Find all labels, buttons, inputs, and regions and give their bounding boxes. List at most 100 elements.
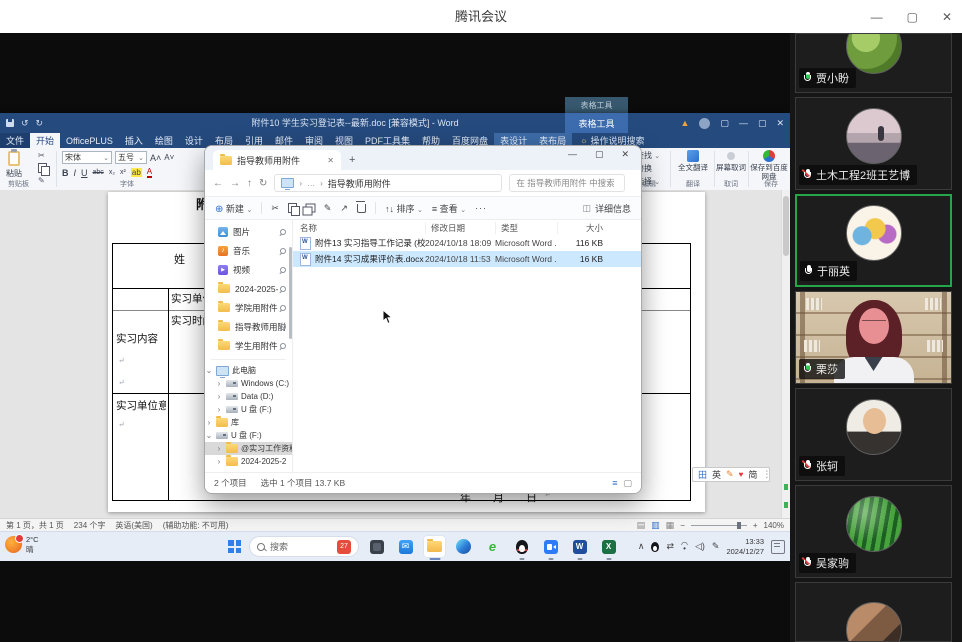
strikethrough-button[interactable]: abc [93,169,104,176]
wifi-icon[interactable]: ◠ • [681,540,688,552]
tab-file[interactable]: 文件 [0,133,31,148]
word-vertical-scrollbar[interactable] [781,190,790,518]
paste-button[interactable]: 粘贴 [6,149,22,179]
participant-tile[interactable]: 吴家驹 [795,485,952,578]
redo-icon[interactable]: ↻ [36,118,44,129]
web-layout-icon[interactable]: ▦ [666,520,675,531]
hidden-icons-chevron[interactable]: ∧ [638,541,645,552]
underline-button[interactable]: U [81,168,88,178]
column-size[interactable]: 大小 [557,221,609,234]
word-minimize-icon[interactable]: — [739,118,748,128]
tree-item-usb-expanded[interactable]: ⌄ U 盘 (F:) [205,429,292,442]
new-tab-button[interactable]: + [349,150,355,170]
tab-home[interactable]: 开始 [30,133,61,148]
tree-item-term-folder[interactable]: › 2024-2025-2 [205,455,292,468]
taskbar-app-excel[interactable] [597,535,620,558]
column-date[interactable]: 修改日期 [425,221,495,234]
save-icon[interactable] [6,119,14,127]
column-name[interactable]: 名称 [293,222,425,234]
rename-icon[interactable]: ✎ [324,203,332,214]
tree-item-work-folder[interactable]: › @实习工作资料 [205,442,292,455]
notification-center-icon[interactable] [771,539,785,554]
thumbnail-view-toggle[interactable]: ▢ [623,478,632,489]
font-size-combo[interactable]: 五号 ⌄ [115,151,147,164]
taskbar-app-dark[interactable] [365,535,388,558]
details-pane-toggle[interactable]: ◫ 详细信息 [582,202,631,215]
participant-tile[interactable]: 张轲 [795,388,952,481]
volume-icon[interactable]: ◁) [695,541,705,552]
sidebar-item-folder[interactable]: 学院用附件 [205,298,292,317]
full-translate-button[interactable]: 全文翻译 [674,150,712,172]
start-button[interactable] [226,538,243,555]
file-row-selected[interactable]: 附件14 实习成果评价表.docx 2024/10/18 11:53 Micro… [293,251,641,267]
sidebar-item-pictures[interactable]: 图片 [205,222,292,241]
copy-icon[interactable] [38,163,50,176]
participant-tile-video[interactable]: 栗莎 [795,291,952,384]
ime-favorite-icon[interactable]: ♥ [739,470,744,479]
format-painter-icon[interactable]: ✎ [38,176,47,185]
participant-tile[interactable]: 土木工程2班王艺博 [795,97,952,190]
cut-icon[interactable]: ✂ [271,203,279,214]
cut-icon[interactable]: ✂ [38,151,47,160]
account-avatar[interactable] [699,117,711,129]
participant-tile-partial[interactable] [795,582,952,642]
bold-button[interactable]: B [62,168,69,178]
superscript-button[interactable]: x² [120,169,126,176]
ime-handwriting-icon[interactable]: ✎ [726,469,734,480]
tab-close-icon[interactable]: ✕ [327,156,334,165]
tree-item-usb-f[interactable]: › U 盘 (F:) [205,403,292,416]
more-options-icon[interactable]: ··· [475,203,487,213]
sort-button[interactable]: ↑↓ 排序 ⌄ [385,202,423,215]
subscript-button[interactable]: x₂ [109,169,115,176]
pen-input-icon[interactable]: ✎ [712,541,720,552]
tree-item-this-pc[interactable]: ⌄ 此电脑 [205,364,292,378]
highlight-button[interactable]: ab [130,168,142,177]
ime-menu-icon[interactable]: ⋮ [762,469,771,480]
word-close-icon[interactable]: ✕ [776,118,784,129]
copy-icon[interactable] [287,203,300,216]
tab-insert[interactable]: 插入 [119,133,149,148]
explorer-tab[interactable]: 指导教师用附件 ✕ [213,150,341,170]
capture-word-button[interactable]: 屏幕取词 [716,150,746,172]
word-restore-icon[interactable]: ▢ [758,118,767,129]
address-breadcrumb[interactable]: › … › 指导教师用附件 [274,174,503,192]
grow-font-icon[interactable]: A˄ [150,153,161,163]
italic-button[interactable]: I [74,168,77,178]
sidebar-item-videos[interactable]: 视频 [205,260,292,279]
back-icon[interactable]: ← [213,178,223,189]
taskbar-app-mail[interactable] [394,535,417,558]
taskbar-app-browser[interactable]: e [481,535,504,558]
font-color-button[interactable]: A [146,167,153,178]
ribbon-display-icon[interactable]: ▢ [720,118,729,129]
participant-tile[interactable]: 贾小盼 [795,33,952,93]
font-name-combo[interactable]: 宋体 ⌄ [62,151,112,164]
tree-item-drive-d[interactable]: › Data (D:) [205,390,292,403]
zoom-level[interactable]: 140% [764,521,784,530]
explorer-maximize-icon[interactable]: ▢ [595,149,604,160]
taskbar-app-qq[interactable] [510,535,533,558]
sidebar-item-folder[interactable]: 指导教师用附 [205,317,292,336]
warning-icon[interactable]: ▲ [681,118,690,128]
paste-icon[interactable] [305,203,316,213]
input-method-bar[interactable]: 田 英 ✎ ♥ 简 ⋮ [692,467,771,482]
file-row[interactable]: 附件13 实习指导工作记录 (校内指导教... 2024/10/18 18:09… [293,235,641,251]
word-count[interactable]: 234 个字 [74,520,106,531]
delete-icon[interactable] [355,200,366,213]
close-icon[interactable]: ✕ [942,10,952,24]
participant-tile-active-speaker[interactable]: 于丽英 [795,194,952,287]
new-button[interactable]: ⊕ 新建 ⌄ [215,202,252,215]
sidebar-item-music[interactable]: 音乐 [205,241,292,260]
refresh-icon[interactable]: ↻ [259,178,267,189]
explorer-minimize-icon[interactable]: — [568,149,577,160]
ime-simplified-toggle[interactable]: 简 [748,468,757,481]
page-indicator[interactable]: 第 1 页，共 1 页 [6,520,64,531]
sidebar-item-folder[interactable]: 学生用附件 [205,336,292,355]
minimize-icon[interactable]: — [871,10,883,24]
clock[interactable]: 13:33 2024/12/27 [726,537,764,557]
scrollbar-thumb[interactable] [783,196,789,256]
maximize-icon[interactable]: ▢ [907,10,918,24]
up-icon[interactable]: ↑ [247,178,252,189]
tree-item-library[interactable]: › 库 [205,416,292,429]
sidebar-item-folder[interactable]: 2024-2025- [205,279,292,298]
undo-icon[interactable]: ↺ [21,118,29,129]
